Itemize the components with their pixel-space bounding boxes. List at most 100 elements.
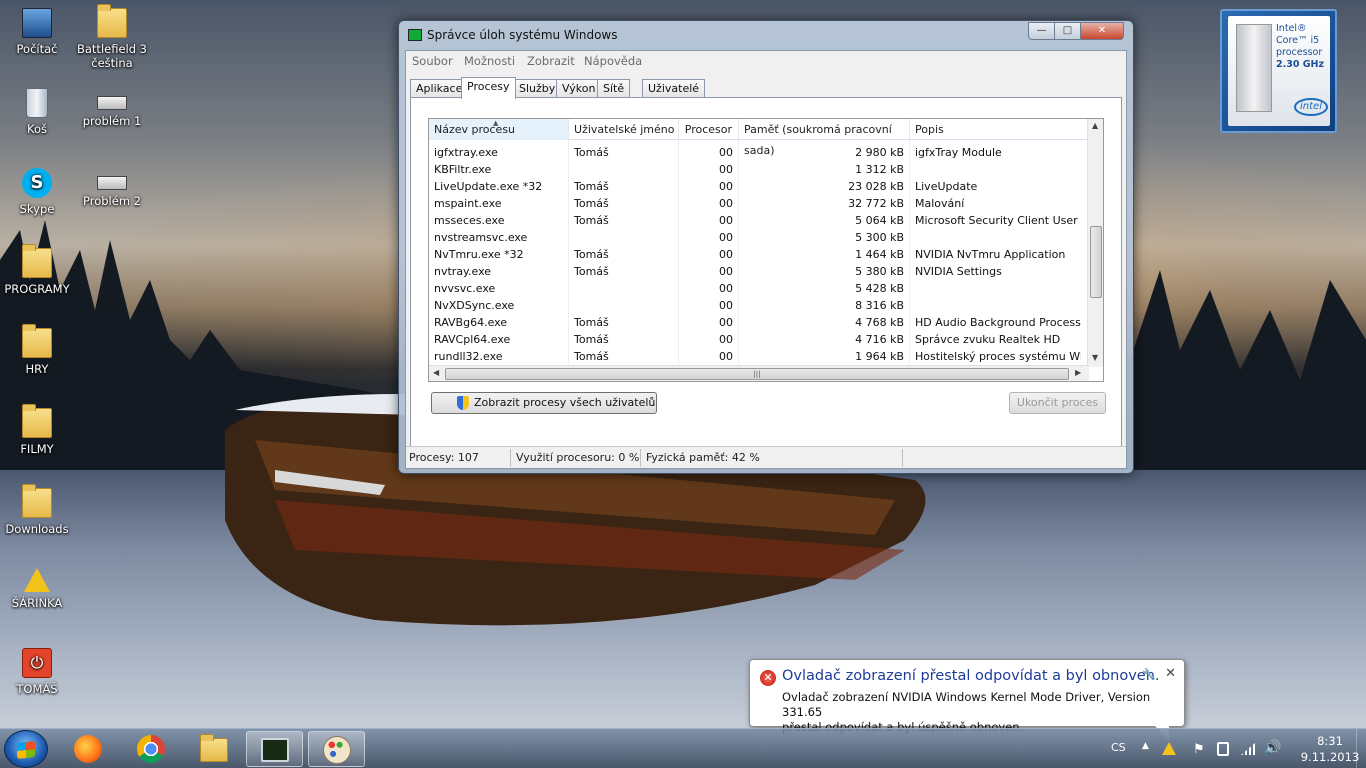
desktop-icon-label: problém 1: [82, 114, 142, 128]
vertical-scrollbar[interactable]: ▲ ▼: [1087, 119, 1103, 367]
menu-moznosti[interactable]: Možnosti: [464, 54, 515, 68]
desktop-icon-downloads[interactable]: Downloads: [0, 484, 74, 536]
safely-remove-hardware-icon[interactable]: [1217, 742, 1229, 756]
show-hidden-icons-icon[interactable]: ▲: [1142, 741, 1149, 751]
vertical-scroll-thumb[interactable]: [1090, 226, 1102, 298]
table-row[interactable]: NvXDSync.exe 00 8 316 kB: [429, 297, 1089, 314]
desktop-icon-problem1[interactable]: problém 1: [75, 88, 149, 128]
process-list[interactable]: ▲ Název procesu Uživatelské jméno Proces…: [428, 118, 1104, 382]
table-row[interactable]: msseces.exe Tomáš 00 5 064 kB Microsoft Secu…: [429, 212, 1089, 229]
error-icon: ✕: [760, 670, 776, 686]
table-row[interactable]: nvvsvc.exe 00 5 428 kB: [429, 280, 1089, 297]
clock[interactable]: 8:31 9.11.2013: [1297, 733, 1363, 765]
clock-time: 8:31: [1317, 734, 1343, 748]
desktop-icon-computer[interactable]: Počítač: [0, 8, 74, 56]
intel-logo: intel: [1294, 98, 1328, 116]
table-row[interactable]: RAVCpl64.exe Tomáš 00 4 716 kB Správce zvuku…: [429, 331, 1089, 348]
tab-vykon[interactable]: Výkon: [556, 79, 602, 98]
skype-icon: S: [22, 168, 52, 198]
column-header-description[interactable]: Popis: [910, 119, 1089, 140]
desktop-icon-programy[interactable]: PROGRAMY: [0, 244, 74, 296]
column-header-cpu[interactable]: Procesor: [679, 119, 739, 140]
table-row[interactable]: mspaint.exe Tomáš 00 32 772 kB Malování: [429, 195, 1089, 212]
column-header-name[interactable]: ▲ Název procesu: [429, 119, 569, 140]
folder-icon: [22, 324, 52, 358]
cell-mem: 32 772 kB: [848, 197, 904, 210]
column-header-memory[interactable]: Paměť (soukromá pracovní sada): [739, 119, 910, 157]
folder-icon: [97, 4, 127, 38]
table-row[interactable]: KBFiltr.exe 00 1 312 kB: [429, 161, 1089, 178]
menu-napoveda[interactable]: Nápověda: [584, 54, 642, 68]
tab-procesy[interactable]: Procesy: [461, 77, 516, 99]
volume-icon[interactable]: 🔊: [1264, 740, 1281, 756]
cell-cpu: 00: [719, 265, 733, 278]
table-row[interactable]: nvtray.exe Tomáš 00 5 380 kB NVIDIA Settings: [429, 263, 1089, 280]
cell-desc: Microsoft Security Client User I...: [915, 214, 1081, 227]
cell-name: nvvsvc.exe: [434, 282, 496, 295]
menu-soubor[interactable]: Soubor: [412, 54, 453, 68]
show-all-processes-button[interactable]: Zobrazit procesy všech uživatelů: [431, 392, 657, 414]
end-process-button[interactable]: Ukončit proces: [1009, 392, 1106, 414]
scroll-down-arrow-icon[interactable]: ▼: [1092, 353, 1098, 362]
taskbar-chrome[interactable]: [123, 731, 180, 767]
scroll-left-arrow-icon[interactable]: ◀: [433, 368, 439, 377]
cell-mem: 4 768 kB: [855, 316, 904, 329]
cell-user: Tomáš: [574, 180, 609, 193]
desktop-icon-sarinka[interactable]: ŠÁRINKA: [0, 568, 74, 610]
action-center-flag-icon[interactable]: ⚑: [1193, 742, 1205, 757]
clock-date: 9.11.2013: [1300, 750, 1360, 764]
column-header-user[interactable]: Uživatelské jméno: [569, 119, 679, 140]
table-row[interactable]: NvTmru.exe *32 Tomáš 00 1 464 kB NVIDIA NvTm…: [429, 246, 1089, 263]
firefox-icon: [74, 735, 102, 763]
desktop-icon-filmy[interactable]: FILMY: [0, 404, 74, 456]
menu-zobrazit[interactable]: Zobrazit: [527, 54, 575, 68]
language-indicator[interactable]: CS: [1111, 741, 1126, 754]
tab-aplikace[interactable]: Aplikace: [410, 79, 469, 98]
window-title: Správce úloh systému Windows: [427, 28, 618, 42]
horizontal-scrollbar[interactable]: ◀ ||| ▶: [429, 365, 1089, 381]
desktop-icon-label: HRY: [25, 362, 49, 376]
tab-site[interactable]: Sítě: [597, 79, 631, 98]
scroll-up-arrow-icon[interactable]: ▲: [1092, 121, 1098, 130]
taskbar-task-manager[interactable]: [246, 731, 303, 767]
cell-cpu: 00: [719, 180, 733, 193]
cell-cpu: 00: [719, 316, 733, 329]
horizontal-scroll-thumb[interactable]: |||: [445, 368, 1069, 380]
cell-mem: 2 980 kB: [855, 146, 904, 159]
wrench-icon[interactable]: 🔧: [1142, 668, 1156, 681]
network-signal-icon[interactable]: [1241, 743, 1255, 755]
task-manager-window[interactable]: Správce úloh systému Windows — □ ✕ Soubo…: [398, 20, 1134, 474]
taskbar-firefox[interactable]: [60, 731, 117, 767]
cell-desc: Správce zvuku Realtek HD: [915, 333, 1061, 346]
maximize-button[interactable]: □: [1054, 22, 1081, 40]
show-desktop-button[interactable]: [1356, 729, 1366, 768]
scroll-right-arrow-icon[interactable]: ▶: [1075, 368, 1081, 377]
cell-mem: 5 064 kB: [855, 214, 904, 227]
table-row[interactable]: RAVBg64.exe Tomáš 00 4 768 kB HD Audio Backg…: [429, 314, 1089, 331]
desktop-icon-battlefield-folder[interactable]: Battlefield 3 čeština: [75, 4, 149, 70]
desktop-icon-hry[interactable]: HRY: [0, 324, 74, 376]
table-row[interactable]: nvstreamsvc.exe 00 5 300 kB: [429, 229, 1089, 246]
desktop-icon-recycle-bin[interactable]: Koš: [0, 88, 74, 136]
desktop-icon-problem2[interactable]: Problém 2: [75, 168, 149, 208]
desktop-icon-skype[interactable]: S Skype: [0, 168, 74, 216]
tab-sluzby[interactable]: Služby: [513, 79, 562, 98]
intel-badge: Intel® Core™ i5 processor 2.30 GHz intel: [1220, 9, 1337, 133]
taskbar-paint[interactable]: [308, 731, 365, 767]
status-bar: Procesy: 107 Využití procesoru: 0 % Fyzi…: [406, 446, 1126, 468]
table-row[interactable]: LiveUpdate.exe *32 Tomáš 00 23 028 kB LiveUp…: [429, 178, 1089, 195]
cell-cpu: 00: [719, 350, 733, 363]
tab-uzivatele[interactable]: Uživatelé: [642, 79, 706, 98]
minimize-button[interactable]: —: [1028, 22, 1055, 40]
warning-tray-icon[interactable]: [1162, 742, 1176, 755]
desktop-icon-label: PROGRAMY: [4, 282, 70, 296]
balloon-close-icon[interactable]: ✕: [1165, 666, 1176, 681]
close-button[interactable]: ✕: [1080, 22, 1124, 40]
taskbar-explorer[interactable]: [186, 731, 243, 767]
table-row[interactable]: igfxtray.exe Tomáš 00 2 980 kB igfxTray Modu…: [429, 144, 1089, 161]
status-processes: Procesy: 107: [409, 451, 479, 464]
driver-notification-balloon[interactable]: ✕ Ovladač zobrazení přestal odpovídat a …: [749, 659, 1185, 734]
desktop-icon-tomas[interactable]: ⏻ TOMÁŠ: [0, 648, 74, 696]
start-button[interactable]: [4, 730, 48, 768]
table-row[interactable]: rundll32.exe Tomáš 00 1 964 kB Hostitelský p…: [429, 348, 1089, 365]
